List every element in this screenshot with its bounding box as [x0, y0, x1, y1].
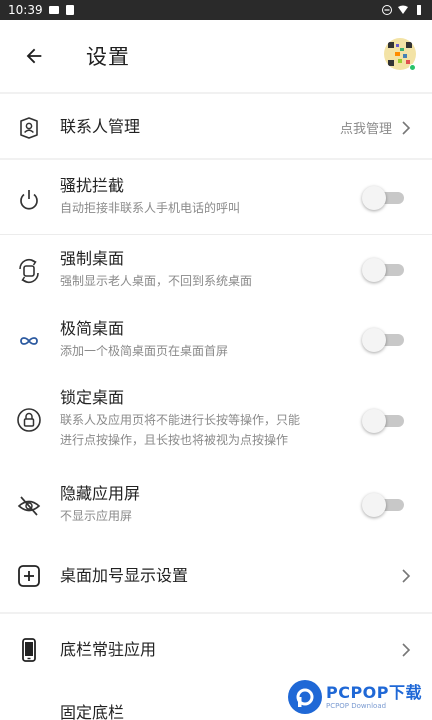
simple-desktop-desc: 添加一个极简桌面页在桌面首屏 [60, 344, 229, 358]
app-bar: 设置 [0, 20, 432, 92]
back-button[interactable] [16, 38, 52, 74]
contacts-action-text[interactable]: 点我管理 [340, 118, 392, 137]
simple-desktop-label: 极简桌面 [60, 319, 125, 338]
row-dock-apps[interactable]: 底栏常驻应用 [0, 628, 432, 672]
watermark-logo: PCPOP下载 PCPOP Download [287, 680, 422, 714]
harass-toggle[interactable] [362, 186, 406, 210]
plus-display-label: 桌面加号显示设置 [60, 566, 189, 585]
row-hide-apps[interactable]: 隐藏应用屏 不显示应用屏 [0, 480, 432, 532]
hide-apps-toggle[interactable] [362, 493, 406, 517]
harass-desc: 自动拒接非联系人手机电话的呼叫 [60, 201, 241, 215]
chevron-right-icon [400, 642, 412, 658]
simple-desktop-toggle[interactable] [362, 328, 406, 352]
dnd-icon [382, 5, 392, 15]
lock-desktop-desc-line2: 进行点按操作，且长按也将被视为点按操作 [60, 433, 289, 447]
watermark-text: PCPOP下载 [325, 682, 422, 702]
wifi-icon [398, 5, 408, 15]
dock-apps-label: 底栏常驻应用 [60, 640, 157, 659]
page-title: 设置 [86, 45, 130, 69]
rotate-screen-icon [14, 256, 44, 286]
lock-desktop-label: 锁定桌面 [60, 388, 125, 407]
infinity-icon [14, 326, 44, 356]
hide-apps-desc: 不显示应用屏 [60, 509, 133, 523]
section-divider [0, 612, 432, 614]
eye-off-icon [14, 491, 44, 521]
contacts-icon [14, 113, 44, 143]
row-force-desktop[interactable]: 强制桌面 强制显示老人桌面，不回到系统桌面 [0, 245, 432, 297]
chevron-right-icon [400, 568, 412, 584]
pcpop-logo-icon [287, 680, 322, 714]
hide-apps-label: 隐藏应用屏 [60, 484, 141, 503]
chevron-right-icon [400, 120, 412, 136]
plus-box-icon [14, 561, 44, 591]
section-divider [0, 234, 432, 235]
force-desktop-toggle[interactable] [362, 258, 406, 282]
row-lock-desktop[interactable]: 锁定桌面 联系人及应用页将不能进行长按等操作，只能 进行点按操作，且长按也将被视… [0, 384, 432, 456]
section-divider [0, 158, 432, 160]
lock-icon [14, 405, 44, 435]
harass-label: 骚扰拦截 [60, 176, 125, 195]
row-harass[interactable]: 骚扰拦截 自动拒接非联系人手机电话的呼叫 [0, 172, 432, 224]
phone-device-icon [14, 635, 44, 665]
watermark-subtext: PCPOP Download [325, 701, 387, 710]
header-divider [0, 92, 432, 94]
card-icon [65, 5, 75, 15]
status-time: 10:39 [8, 3, 43, 17]
arrow-left-icon [26, 48, 42, 64]
status-bar: 10:39 [0, 0, 432, 20]
power-icon [14, 185, 44, 215]
force-desktop-label: 强制桌面 [60, 249, 125, 268]
lock-desktop-toggle[interactable] [362, 409, 406, 433]
contacts-label: 联系人管理 [60, 117, 141, 136]
row-contacts[interactable]: 联系人管理 点我管理 [0, 106, 432, 150]
online-status-dot [409, 64, 416, 71]
lock-desktop-desc-line1: 联系人及应用页将不能进行长按等操作，只能 [60, 413, 301, 427]
battery-icon [414, 5, 424, 15]
row-plus-display[interactable]: 桌面加号显示设置 [0, 554, 432, 598]
force-desktop-desc: 强制显示老人桌面，不回到系统桌面 [60, 274, 253, 288]
row-simple-desktop[interactable]: 极简桌面 添加一个极简桌面页在桌面首屏 [0, 315, 432, 367]
gallery-icon [48, 5, 59, 15]
